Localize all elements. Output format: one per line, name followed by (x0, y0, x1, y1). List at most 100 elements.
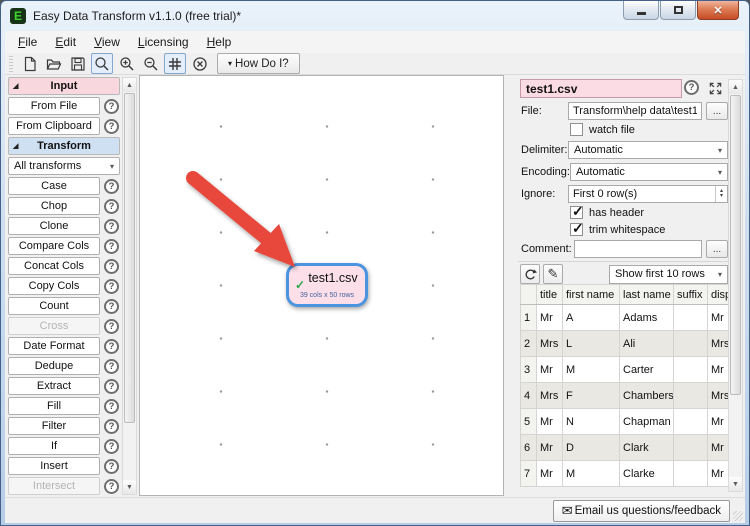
close-button[interactable]: ✕ (697, 1, 739, 20)
column-header-first-name[interactable]: first name (563, 285, 620, 305)
table-row: 3MrMCarterMr (521, 357, 729, 383)
file-path-input[interactable]: Transform\help data\test1.csv (568, 102, 702, 120)
help-icon[interactable]: ? (104, 319, 119, 334)
help-icon[interactable]: ? (104, 459, 119, 474)
data-preview-table[interactable]: title first name last name suffix disp 1… (520, 284, 729, 487)
section-header-transform[interactable]: ◢ Transform (8, 137, 120, 155)
title-bar[interactable]: E Easy Data Transform v1.1.0 (free trial… (1, 1, 749, 31)
browse-comment-button[interactable]: ... (706, 240, 728, 258)
email-feedback-button[interactable]: ✉ Email us questions/feedback (553, 500, 730, 522)
transform-filter-dropdown[interactable]: All transforms ▾ (8, 157, 120, 175)
how-do-i-button[interactable]: ▾ How Do I? (217, 53, 300, 74)
maximize-button[interactable] (660, 1, 696, 20)
trim-whitespace-checkbox[interactable]: ✓ (570, 223, 583, 236)
zoom-in-button[interactable] (116, 53, 138, 74)
transform-chop-button[interactable]: Chop (8, 197, 100, 215)
column-header[interactable] (521, 285, 537, 305)
new-file-icon (22, 56, 38, 72)
show-rows-dropdown[interactable]: Show first 10 rows ▾ (609, 265, 728, 284)
transform-extract-button[interactable]: Extract (8, 377, 100, 395)
help-icon[interactable]: ? (104, 279, 119, 294)
help-icon[interactable]: ? (104, 219, 119, 234)
toggle-grid-button[interactable] (164, 53, 186, 74)
ignore-rows-spinner[interactable]: First 0 row(s) ▴ ▾ (568, 185, 728, 203)
menu-file[interactable]: File (9, 32, 46, 52)
expand-panel-button[interactable] (707, 80, 724, 97)
column-header-title[interactable]: title (537, 285, 563, 305)
scroll-down-icon[interactable]: ▼ (123, 480, 136, 494)
help-icon[interactable]: ? (104, 479, 119, 494)
transform-fill-button[interactable]: Fill (8, 397, 100, 415)
toolbar-grip[interactable] (9, 56, 13, 72)
transform-concat-cols-button[interactable]: Concat Cols (8, 257, 100, 275)
transform-case-button[interactable]: Case (8, 177, 100, 195)
transform-dedupe-button[interactable]: Dedupe (8, 357, 100, 375)
select-tool-button[interactable] (91, 53, 113, 74)
watch-file-checkbox[interactable]: ✓ (570, 123, 583, 136)
encoding-dropdown[interactable]: Automatic ▾ (570, 163, 728, 181)
cell: Mr (537, 357, 563, 383)
transform-clone-button[interactable]: Clone (8, 217, 100, 235)
help-icon[interactable]: ? (104, 419, 119, 434)
from-file-button[interactable]: From File (8, 97, 100, 115)
help-icon[interactable]: ? (104, 339, 119, 354)
new-file-button[interactable] (19, 53, 41, 74)
help-icon[interactable]: ? (104, 359, 119, 374)
help-icon[interactable]: ? (104, 399, 119, 414)
edit-button[interactable]: ✎ (543, 264, 563, 284)
refresh-button[interactable] (520, 264, 540, 284)
help-icon[interactable]: ? (104, 239, 119, 254)
help-icon[interactable]: ? (104, 259, 119, 274)
transform-filter-button[interactable]: Filter (8, 417, 100, 435)
menu-help[interactable]: Help (198, 32, 241, 52)
help-icon[interactable]: ? (104, 199, 119, 214)
scroll-down-icon[interactable]: ▼ (729, 477, 742, 491)
magnifier-icon (94, 56, 110, 72)
comment-input[interactable] (574, 240, 702, 258)
help-icon[interactable]: ? (684, 80, 699, 95)
menu-licensing[interactable]: Licensing (129, 32, 198, 52)
zoom-out-button[interactable] (140, 53, 162, 74)
minimize-button[interactable] (623, 1, 659, 20)
inspector-scrollbar[interactable]: ▲ ▼ (728, 79, 743, 492)
transform-date-format-button[interactable]: Date Format (8, 337, 100, 355)
menu-view[interactable]: View (85, 32, 129, 52)
scroll-up-icon[interactable]: ▲ (123, 78, 136, 92)
open-file-button[interactable] (43, 53, 65, 74)
sidebar-scrollbar[interactable]: ▲ ▼ (122, 77, 137, 495)
from-clipboard-button[interactable]: From Clipboard (8, 117, 100, 135)
column-header-display[interactable]: disp (708, 285, 729, 305)
cell: Mr (708, 357, 729, 383)
scroll-up-icon[interactable]: ▲ (729, 80, 742, 94)
transform-count-button[interactable]: Count (8, 297, 100, 315)
save-button[interactable] (67, 53, 89, 74)
transform-compare-cols-button[interactable]: Compare Cols (8, 237, 100, 255)
help-icon[interactable]: ? (104, 439, 119, 454)
section-header-input[interactable]: ◢ Input (8, 77, 120, 95)
refresh-icon (524, 268, 537, 281)
menu-edit[interactable]: Edit (46, 32, 85, 52)
inspector-scrollbar-thumb[interactable] (730, 95, 741, 395)
transform-section-label: Transform (37, 140, 91, 152)
cancel-button[interactable] (189, 53, 211, 74)
spin-down-icon[interactable]: ▾ (720, 194, 723, 199)
sidebar-scrollbar-thumb[interactable] (124, 93, 135, 423)
transform-insert-button[interactable]: Insert (8, 457, 100, 475)
browse-file-button[interactable]: ... (706, 102, 728, 120)
delimiter-dropdown[interactable]: Automatic ▾ (568, 141, 728, 159)
transform-if-button[interactable]: If (8, 437, 100, 455)
column-header-suffix[interactable]: suffix (674, 285, 708, 305)
has-header-checkbox[interactable]: ✓ (570, 206, 583, 219)
canvas[interactable]: ✓ test1.csv 39 cols x 50 rows (139, 75, 504, 496)
column-header-last-name[interactable]: last name (620, 285, 674, 305)
cell: Mr (537, 461, 563, 487)
resize-grip[interactable] (733, 511, 743, 521)
help-icon[interactable]: ? (104, 179, 119, 194)
has-header-label: has header (589, 207, 644, 219)
help-icon[interactable]: ? (104, 379, 119, 394)
help-icon[interactable]: ? (104, 299, 119, 314)
input-node-test1-csv[interactable]: ✓ test1.csv 39 cols x 50 rows (286, 263, 368, 307)
help-icon[interactable]: ? (104, 119, 119, 134)
help-icon[interactable]: ? (104, 99, 119, 114)
transform-copy-cols-button[interactable]: Copy Cols (8, 277, 100, 295)
